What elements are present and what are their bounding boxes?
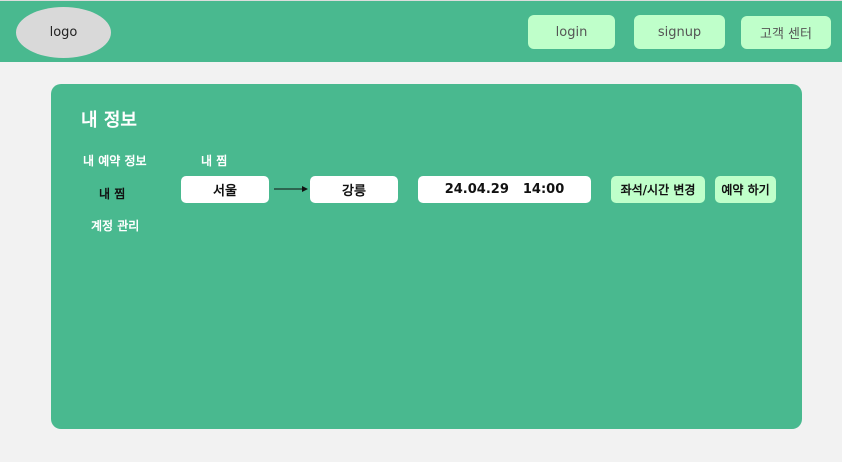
top-header: logo login signup 고객 센터 [0, 0, 842, 62]
logo[interactable]: logo [16, 7, 111, 58]
login-button[interactable]: login [528, 15, 615, 49]
departure-field: 서울 [181, 176, 269, 203]
sidebar-item-my-reservations[interactable]: 내 예약 정보 [83, 152, 147, 169]
page-title: 내 정보 [81, 110, 137, 131]
customer-center-button[interactable]: 고객 센터 [741, 16, 831, 49]
time-text: 14:00 [522, 182, 565, 197]
change-seat-time-button[interactable]: 좌석/시간 변경 [611, 176, 705, 203]
my-info-panel: 내 정보 내 예약 정보 내 찜 계정 관리 내 찜 서울 강릉 24.04.2… [51, 84, 802, 429]
sidebar-item-account-management[interactable]: 계정 관리 [91, 217, 139, 234]
signup-button[interactable]: signup [634, 15, 725, 49]
reserve-button[interactable]: 예약 하기 [715, 176, 776, 203]
section-title: 내 찜 [201, 154, 228, 168]
date-text: 24.04.29 [444, 182, 509, 197]
arrow-right-icon [274, 186, 308, 192]
destination-field: 강릉 [310, 176, 398, 203]
sidebar-item-my-wishlist[interactable]: 내 찜 [99, 185, 125, 202]
datetime-field: 24.04.29 14:00 [418, 176, 591, 203]
